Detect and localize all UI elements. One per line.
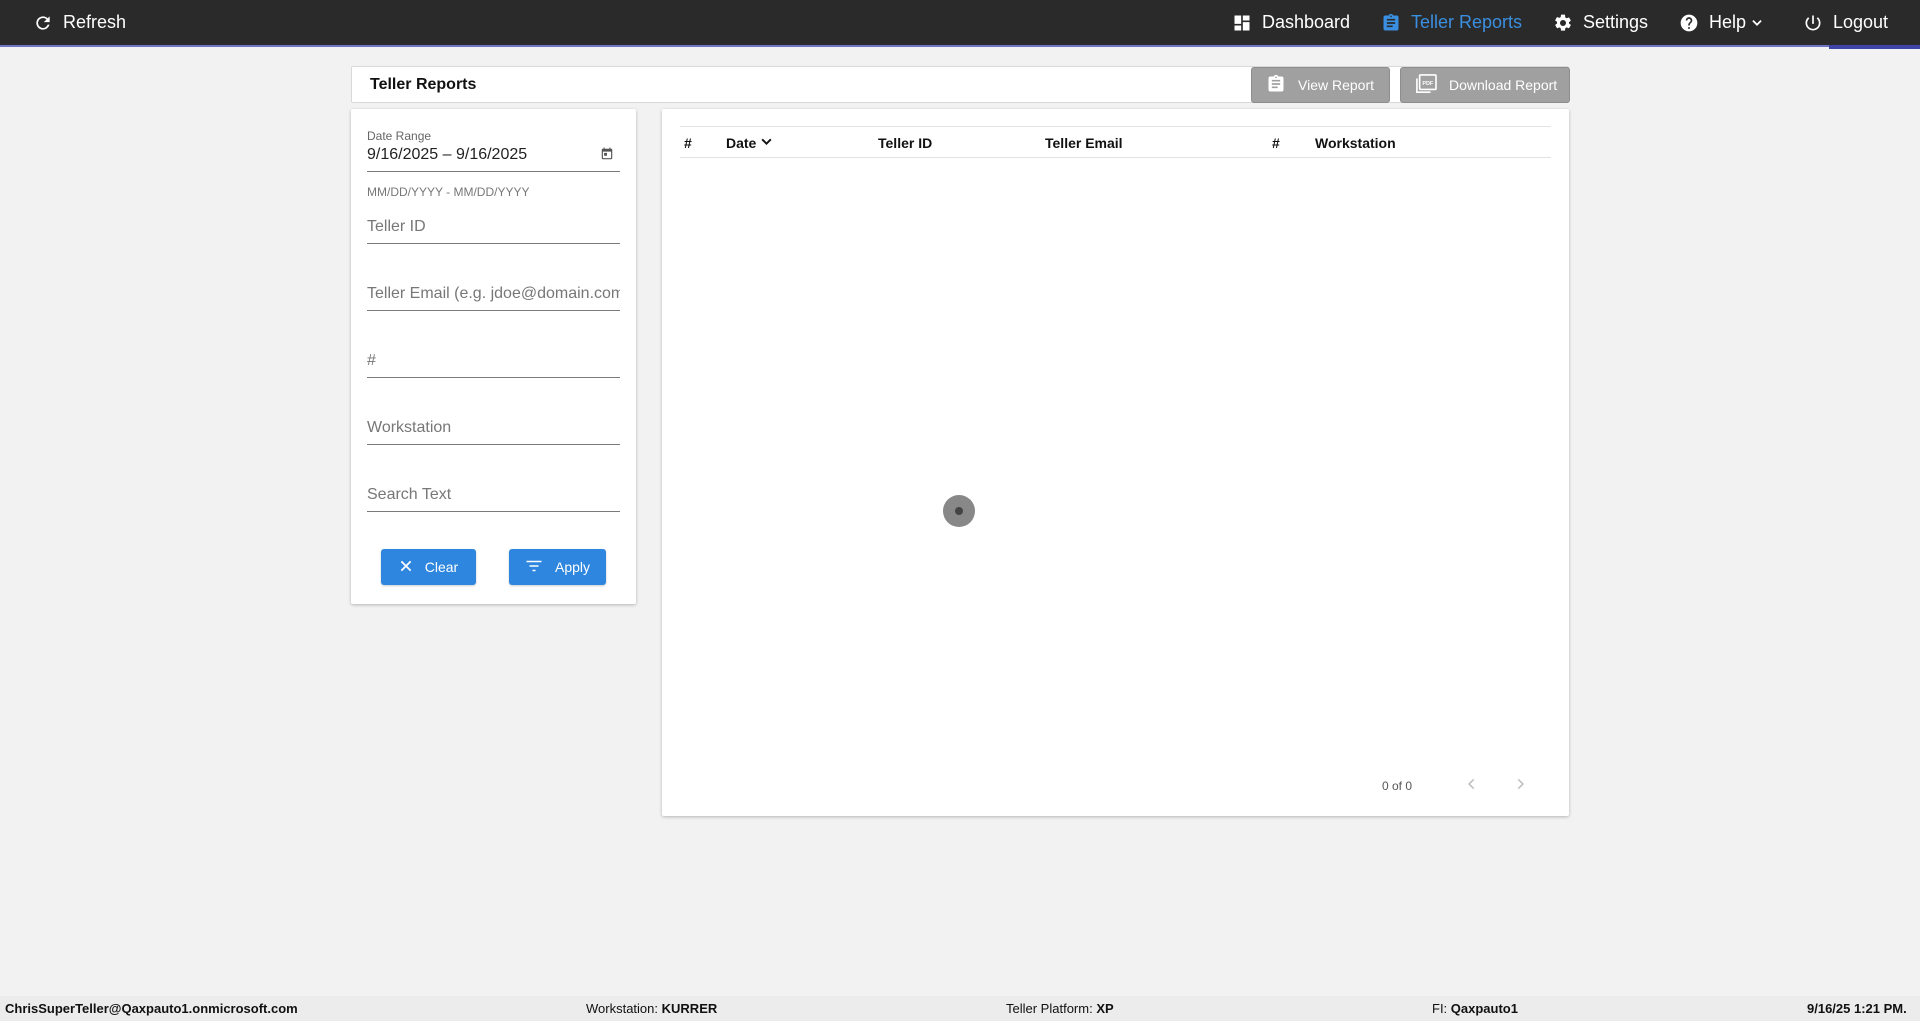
column-header-date-label: Date (726, 135, 757, 151)
date-range-field[interactable]: Date Range 9/16/2025 – 9/16/2025 MM/DD/Y… (367, 129, 620, 199)
date-range-underline (367, 171, 620, 172)
footer-user: ChrisSuperTeller@Qaxpauto1.onmicrosoft.c… (5, 1001, 298, 1016)
footer-platform-label: Teller Platform: (1006, 1001, 1093, 1016)
column-header-workstation-label: Workstation (1315, 135, 1396, 151)
teller-email-input[interactable] (367, 285, 620, 303)
footer-fi-value: Qaxpauto1 (1450, 1001, 1518, 1016)
nav-dashboard-label: Dashboard (1262, 12, 1351, 32)
pdf-icon: PDF (1415, 73, 1437, 97)
column-header-teller-id[interactable]: Teller ID (878, 135, 932, 151)
table-header: # Date Teller ID Teller Email # Workstat… (680, 126, 1551, 158)
workstation-input[interactable] (367, 419, 620, 437)
apply-label: Apply (554, 559, 591, 575)
footer-fi-label: FI: (1432, 1001, 1448, 1016)
loading-spinner (943, 495, 975, 527)
workstation-field (367, 415, 620, 449)
top-navigation-bar: Refresh Dashboard Teller Reports Setting… (0, 0, 1920, 45)
column-header-teller-id-label: Teller ID (878, 135, 933, 151)
nav-settings[interactable]: Settings (1553, 0, 1648, 45)
search-text-input[interactable] (367, 486, 620, 504)
view-report-button[interactable]: View Report (1251, 67, 1390, 103)
status-footer: ChrisSuperTeller@Qaxpauto1.onmicrosoft.c… (0, 996, 1920, 1021)
download-report-label: Download Report (1449, 77, 1558, 93)
view-report-label: View Report (1298, 77, 1375, 93)
teller-id-input[interactable] (367, 218, 620, 236)
column-header-workstation[interactable]: Workstation (1315, 135, 1396, 151)
nav-settings-label: Settings (1583, 12, 1649, 32)
search-text-field (367, 482, 620, 516)
refresh-label: Refresh (63, 12, 127, 32)
gear-icon (1553, 13, 1573, 33)
number-input[interactable] (367, 352, 620, 370)
workstation-underline (367, 444, 620, 445)
nav-teller-reports[interactable]: Teller Reports (1381, 0, 1522, 45)
footer-workstation: Workstation: KURRER (586, 1001, 717, 1016)
chevron-down-icon (1750, 16, 1764, 30)
date-range-label: Date Range (367, 129, 432, 143)
column-header-date[interactable]: Date (726, 135, 773, 151)
teller-id-underline (367, 243, 620, 244)
column-header-teller-email[interactable]: Teller Email (1045, 135, 1123, 151)
nav-logout[interactable]: Logout (1803, 0, 1888, 45)
nav-help-label: Help (1709, 12, 1747, 32)
column-header-teller-email-label: Teller Email (1045, 135, 1123, 151)
teller-email-underline (367, 310, 620, 311)
column-header-number-label: # (684, 135, 692, 151)
page-title: Teller Reports (370, 76, 477, 93)
loading-spinner-dot (955, 507, 963, 515)
close-icon (399, 559, 413, 576)
teller-email-field (367, 281, 620, 315)
date-range-value: 9/16/2025 – 9/16/2025 (367, 146, 528, 163)
refresh-icon (33, 13, 53, 33)
results-panel: # Date Teller ID Teller Email # Workstat… (662, 109, 1569, 816)
pager-range: 0 of 0 (1382, 779, 1413, 793)
footer-fi: FI: Qaxpauto1 (1432, 1001, 1518, 1016)
footer-workstation-value: KURRER (661, 1001, 718, 1016)
footer-platform: Teller Platform: XP (1006, 1001, 1114, 1016)
footer-platform-value: XP (1096, 1001, 1114, 1016)
refresh-button[interactable]: Refresh (33, 0, 126, 45)
topbar-active-indicator (1829, 45, 1920, 49)
next-page-button[interactable] (1506, 772, 1534, 800)
calendar-icon[interactable] (600, 147, 614, 166)
nav-teller-reports-label: Teller Reports (1411, 12, 1523, 32)
sort-descending-icon (760, 135, 773, 151)
power-icon (1803, 13, 1823, 33)
clear-button[interactable]: Clear (381, 549, 476, 585)
nav-help[interactable]: Help (1679, 0, 1764, 45)
help-icon (1679, 13, 1699, 33)
column-header-number-2-label: # (1272, 135, 1280, 151)
filter-icon (525, 559, 543, 576)
footer-datetime-value: 9/16/25 1:21 PM. (1807, 1001, 1907, 1016)
clipboard-icon (1381, 13, 1401, 33)
clear-label: Clear (424, 559, 459, 575)
apply-button[interactable]: Apply (509, 549, 606, 585)
footer-datetime: 9/16/25 1:21 PM. (1807, 1001, 1907, 1016)
dashboard-icon (1232, 13, 1252, 33)
previous-page-button[interactable] (1458, 772, 1486, 800)
clipboard-icon (1266, 74, 1286, 97)
download-report-button[interactable]: PDF Download Report (1400, 67, 1570, 103)
number-field (367, 348, 620, 382)
date-range-hint: MM/DD/YYYY - MM/DD/YYYY (367, 185, 530, 199)
number-underline (367, 377, 620, 378)
filter-panel: Date Range 9/16/2025 – 9/16/2025 MM/DD/Y… (351, 109, 636, 604)
column-header-number[interactable]: # (684, 135, 692, 151)
nav-logout-label: Logout (1833, 12, 1889, 32)
svg-text:PDF: PDF (1422, 80, 1434, 86)
topbar-divider (0, 45, 1920, 47)
chevron-right-icon (1513, 777, 1527, 796)
column-header-number-2[interactable]: # (1272, 135, 1280, 151)
footer-workstation-label: Workstation: (586, 1001, 659, 1016)
teller-id-field (367, 214, 620, 248)
page-title-bar: Teller Reports View Report PDF Download … (351, 66, 1570, 103)
chevron-left-icon (1465, 777, 1479, 796)
nav-dashboard[interactable]: Dashboard (1232, 0, 1350, 45)
search-text-underline (367, 511, 620, 512)
footer-user-value: ChrisSuperTeller@Qaxpauto1.onmicrosoft.c… (5, 1001, 298, 1016)
